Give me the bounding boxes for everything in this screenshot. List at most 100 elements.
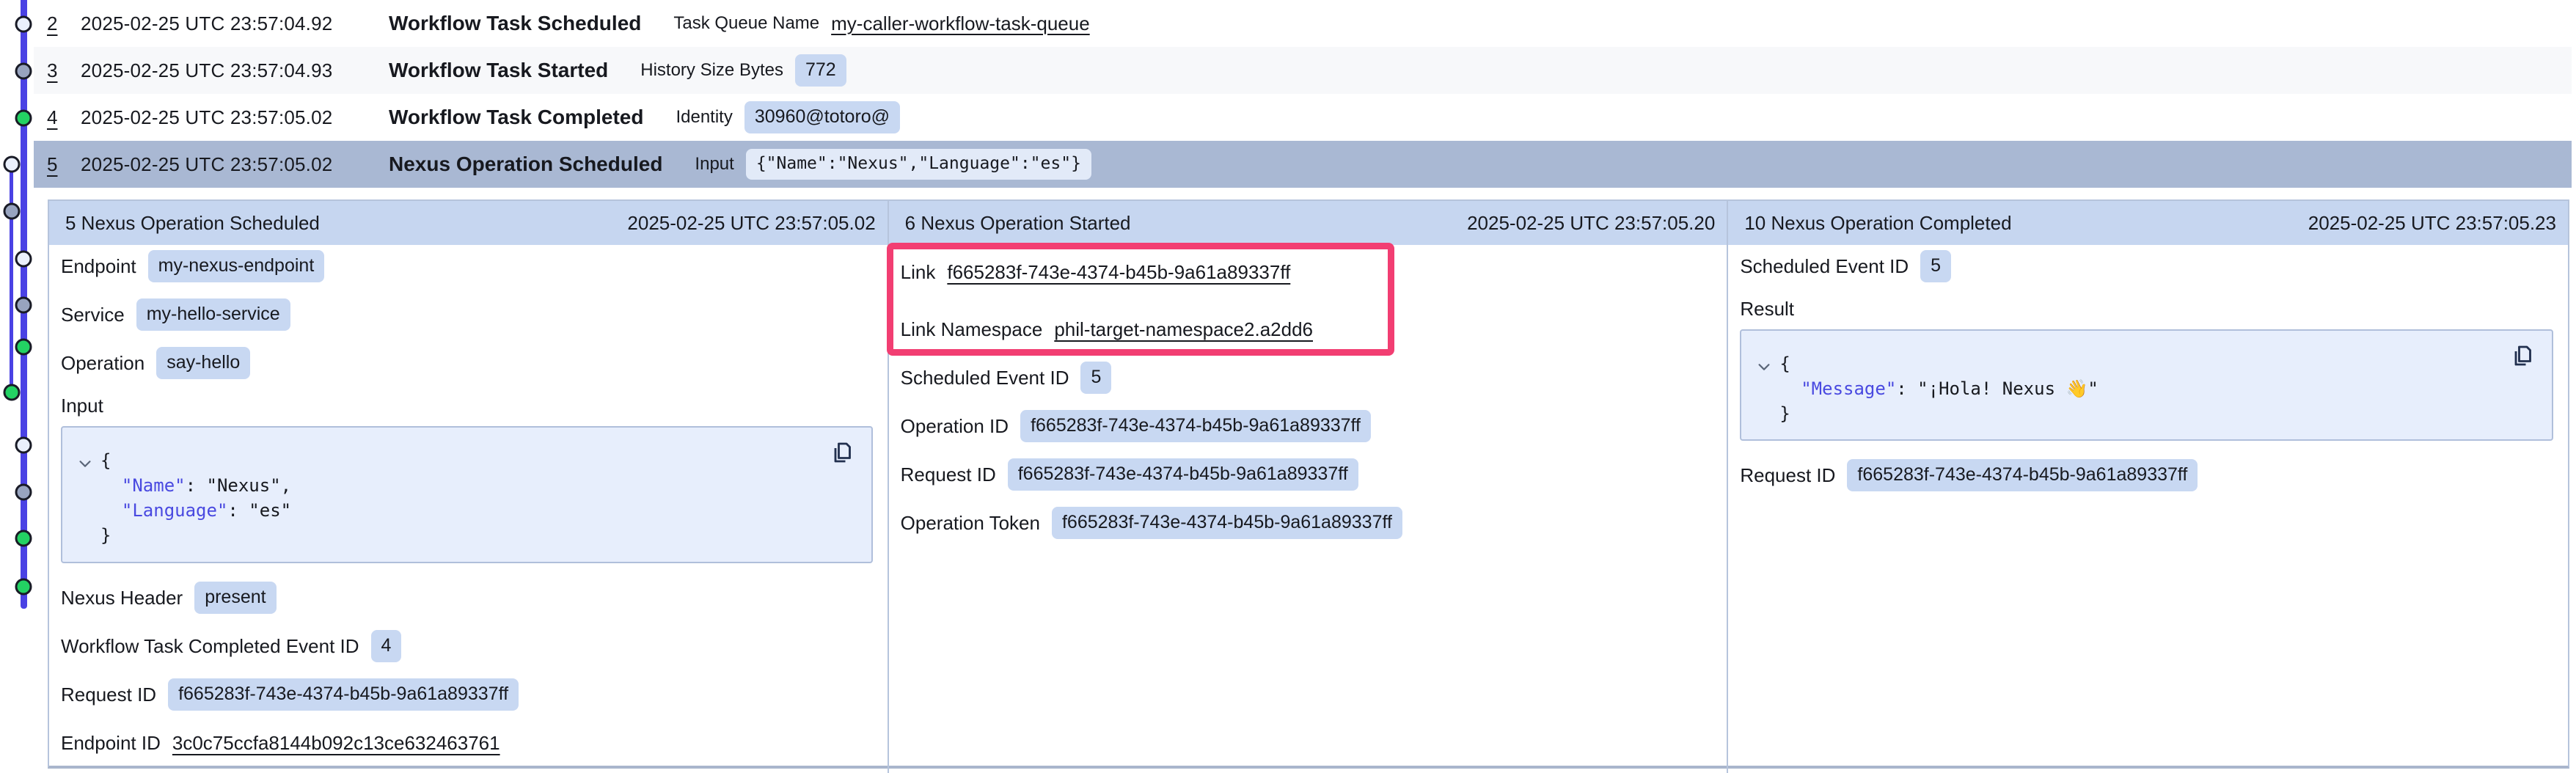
link-label: Link	[901, 261, 936, 284]
endpoint-id-label: Endpoint ID	[61, 732, 161, 755]
panel-title: 10 Nexus Operation Completed	[1744, 212, 2011, 235]
task-queue-link[interactable]: my-caller-workflow-task-queue	[831, 12, 1090, 35]
link-namespace-link[interactable]: phil-target-namespace2.a2dd6	[1054, 318, 1313, 341]
nexus-header-label: Nexus Header	[61, 587, 183, 609]
event-row-4[interactable]: 4 2025-02-25 UTC 23:57:05.02 Workflow Ta…	[34, 94, 2572, 141]
event-name: Workflow Task Scheduled	[389, 12, 641, 35]
event-detail-label: Input	[695, 154, 733, 175]
timeline-dot-open[interactable]	[15, 251, 32, 268]
wtc-event-id-badge: 4	[371, 630, 402, 662]
request-id-label: Request ID	[901, 464, 996, 486]
link-namespace-label: Link Namespace	[901, 318, 1043, 341]
json-key: "Message"	[1801, 378, 1896, 399]
json-content: { "Message": "¡Hola! Nexus 👋" }	[1759, 351, 2534, 426]
event-id-link[interactable]: 2	[47, 12, 81, 35]
copy-icon[interactable]	[2509, 342, 2536, 371]
link-value-link[interactable]: f665283f-743e-4374-b45b-9a61a89337ff	[947, 261, 1290, 284]
timeline-dot-green[interactable]	[15, 530, 32, 547]
identity-badge: 30960@totoro@	[744, 101, 900, 133]
operation-badge: say-hello	[156, 347, 250, 379]
input-section-label: Input	[61, 395, 873, 417]
operation-token-badge: f665283f-743e-4374-b45b-9a61a89337ff	[1052, 507, 1402, 539]
panel-header: 5 Nexus Operation Scheduled 2025-02-25 U…	[49, 201, 888, 245]
event-id-link[interactable]: 5	[47, 153, 81, 176]
request-id-label: Request ID	[61, 684, 156, 706]
timeline-dot-green[interactable]	[15, 339, 32, 356]
operation-label: Operation	[61, 352, 144, 375]
operation-token-label: Operation Token	[901, 512, 1040, 535]
event-row-5-selected[interactable]: 5 2025-02-25 UTC 23:57:05.02 Nexus Opera…	[34, 141, 2572, 188]
request-id-badge: f665283f-743e-4374-b45b-9a61a89337ff	[1847, 459, 2198, 491]
timeline-dot-green[interactable]	[4, 384, 21, 401]
request-id-label: Request ID	[1740, 464, 1835, 487]
copy-icon[interactable]	[829, 439, 855, 468]
panel-timestamp: 2025-02-25 UTC 23:57:05.20	[1467, 212, 1715, 235]
panel-timestamp: 2025-02-25 UTC 23:57:05.02	[627, 212, 875, 235]
json-close-brace: }	[1779, 403, 1790, 424]
json-close-brace: }	[100, 525, 111, 546]
collapse-chevron-icon[interactable]	[77, 455, 93, 475]
json-value: : "Nexus",	[186, 475, 292, 496]
operation-id-label: Operation ID	[901, 415, 1009, 438]
event-id-link[interactable]: 4	[47, 106, 81, 129]
json-open-brace: {	[100, 450, 111, 471]
json-open-brace: {	[1779, 353, 1790, 374]
timeline-branch-line	[10, 164, 13, 392]
event-detail-label: Task Queue Name	[673, 13, 819, 34]
event-history-rows: 2 2025-02-25 UTC 23:57:04.92 Workflow Ta…	[34, 0, 2572, 188]
event-group-detail: 5 Nexus Operation Scheduled 2025-02-25 U…	[48, 199, 2569, 769]
wtc-event-id-label: Workflow Task Completed Event ID	[61, 635, 359, 658]
timeline-dot-open[interactable]	[15, 437, 32, 454]
json-value: : "¡Hola! Nexus 👋"	[1896, 378, 2099, 399]
scheduled-event-id-label: Scheduled Event ID	[901, 367, 1069, 389]
timeline-dot-gray[interactable]	[15, 484, 32, 501]
input-json-viewer: { "Name": "Nexus", "Language": "es" }	[61, 426, 873, 563]
result-json-viewer: { "Message": "¡Hola! Nexus 👋" }	[1740, 329, 2553, 441]
service-label: Service	[61, 304, 125, 326]
json-key: "Name"	[122, 475, 186, 496]
timeline-dot-gray[interactable]	[15, 63, 32, 80]
timeline-dot-open[interactable]	[4, 156, 21, 173]
scheduled-event-id-badge: 5	[1920, 250, 1951, 282]
endpoint-label: Endpoint	[61, 255, 136, 278]
panel-timestamp: 2025-02-25 UTC 23:57:05.23	[2308, 212, 2556, 235]
operation-id-badge: f665283f-743e-4374-b45b-9a61a89337ff	[1020, 410, 1371, 442]
scheduled-event-id-badge: 5	[1080, 362, 1111, 394]
panel-header: 10 Nexus Operation Completed 2025-02-25 …	[1728, 201, 2568, 245]
event-row-2[interactable]: 2 2025-02-25 UTC 23:57:04.92 Workflow Ta…	[34, 0, 2572, 47]
event-row-3[interactable]: 3 2025-02-25 UTC 23:57:04.93 Workflow Ta…	[34, 47, 2572, 94]
event-id-link[interactable]: 3	[47, 59, 81, 82]
endpoint-id-link[interactable]: 3c0c75ccfa8144b092c13ce632463761	[172, 732, 500, 755]
event-detail-label: Identity	[676, 107, 732, 128]
json-content: { "Name": "Nexus", "Language": "es" }	[80, 448, 854, 548]
event-detail-label: History Size Bytes	[640, 60, 783, 81]
json-key: "Language"	[122, 500, 228, 521]
timeline-dot-gray[interactable]	[15, 297, 32, 314]
event-timestamp: 2025-02-25 UTC 23:57:04.92	[81, 12, 389, 35]
event-name: Nexus Operation Scheduled	[389, 153, 662, 176]
panel-nexus-operation-completed: 10 Nexus Operation Completed 2025-02-25 …	[1728, 201, 2568, 773]
scheduled-event-id-label: Scheduled Event ID	[1740, 255, 1909, 278]
panel-header: 6 Nexus Operation Started 2025-02-25 UTC…	[889, 201, 1727, 245]
panel-title: 6 Nexus Operation Started	[905, 212, 1131, 235]
event-timestamp: 2025-02-25 UTC 23:57:04.93	[81, 59, 389, 82]
service-badge: my-hello-service	[136, 298, 290, 331]
event-name: Workflow Task Completed	[389, 106, 643, 129]
input-payload-badge: {"Name":"Nexus","Language":"es"}	[746, 149, 1091, 179]
endpoint-badge: my-nexus-endpoint	[148, 250, 325, 282]
panel-nexus-operation-started: 6 Nexus Operation Started 2025-02-25 UTC…	[889, 201, 1729, 773]
request-id-badge: f665283f-743e-4374-b45b-9a61a89337ff	[1008, 458, 1358, 491]
result-section-label: Result	[1740, 298, 2553, 320]
history-size-badge: 772	[795, 54, 846, 87]
timeline-dot-open[interactable]	[15, 16, 32, 33]
event-timestamp: 2025-02-25 UTC 23:57:05.02	[81, 106, 389, 129]
timeline-dot-gray[interactable]	[4, 203, 21, 220]
timeline-dot-green[interactable]	[15, 579, 32, 596]
timeline-dot-green[interactable]	[15, 110, 32, 127]
nexus-header-badge: present	[194, 582, 276, 614]
event-name: Workflow Task Started	[389, 59, 608, 82]
panel-nexus-operation-scheduled: 5 Nexus Operation Scheduled 2025-02-25 U…	[49, 201, 889, 773]
collapse-chevron-icon[interactable]	[1756, 359, 1772, 378]
request-id-badge: f665283f-743e-4374-b45b-9a61a89337ff	[168, 678, 519, 711]
json-value: : "es"	[227, 500, 291, 521]
